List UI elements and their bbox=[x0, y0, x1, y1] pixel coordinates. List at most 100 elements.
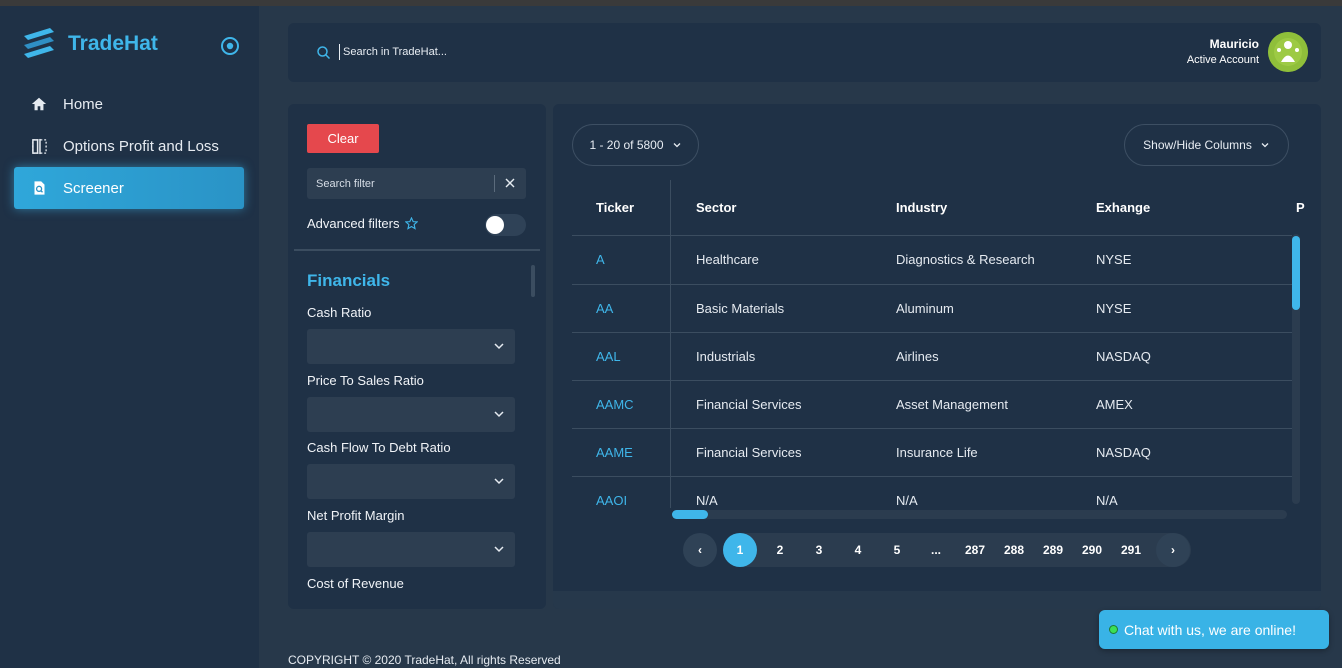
ticker-link[interactable]: AAME bbox=[596, 445, 633, 460]
search-icon[interactable] bbox=[316, 45, 331, 60]
exchange-cell: N/A bbox=[1096, 493, 1118, 508]
chevron-down-icon bbox=[494, 546, 504, 553]
page-button-288[interactable]: 288 bbox=[997, 533, 1031, 567]
ticker-link[interactable]: AA bbox=[596, 301, 613, 316]
column-header-exchange[interactable]: Exhange bbox=[1096, 200, 1150, 215]
logo[interactable]: TradeHat bbox=[22, 26, 158, 62]
page-button-3[interactable]: 3 bbox=[802, 533, 836, 567]
sidebar-item-screener[interactable]: Screener bbox=[14, 167, 244, 209]
page-button-1[interactable]: 1 bbox=[723, 533, 757, 567]
advanced-filters-text: Advanced filters bbox=[307, 216, 400, 231]
avatar[interactable] bbox=[1268, 32, 1308, 72]
exchange-cell: NYSE bbox=[1096, 252, 1132, 267]
sector-cell: N/A bbox=[696, 493, 718, 508]
exchange-cell: NYSE bbox=[1096, 301, 1132, 316]
next-page-button[interactable]: › bbox=[1156, 533, 1190, 567]
panel-divider bbox=[294, 249, 540, 251]
panel-bottom-band bbox=[553, 591, 1321, 609]
footer-copyright: COPYRIGHT © 2020 TradeHat, All rights Re… bbox=[288, 653, 561, 667]
page-ellipsis[interactable]: ... bbox=[919, 533, 953, 567]
industry-cell: Diagnostics & Research bbox=[896, 252, 1035, 267]
text-cursor bbox=[339, 44, 340, 60]
page-button-287[interactable]: 287 bbox=[958, 533, 992, 567]
ticker-link[interactable]: AAMC bbox=[596, 397, 634, 412]
target-settings-icon[interactable] bbox=[220, 36, 240, 56]
user-avatar-icon bbox=[1268, 32, 1308, 72]
online-status-icon bbox=[1109, 625, 1118, 634]
global-search-input[interactable] bbox=[343, 41, 743, 63]
ticker-link[interactable]: A bbox=[596, 252, 605, 267]
chevron-down-icon bbox=[494, 343, 504, 350]
columns-button-label: Show/Hide Columns bbox=[1143, 138, 1252, 152]
cash-ratio-select[interactable] bbox=[307, 329, 515, 364]
industry-cell: Airlines bbox=[896, 349, 939, 364]
advanced-filters-toggle[interactable] bbox=[485, 214, 526, 236]
chevron-down-icon bbox=[1261, 143, 1269, 148]
filter-scrollbar[interactable] bbox=[531, 265, 535, 297]
page-button-2[interactable]: 2 bbox=[763, 533, 797, 567]
screener-table-panel: 1 - 20 of 5800 Show/Hide Columns Ticker … bbox=[553, 104, 1321, 609]
industry-cell: N/A bbox=[896, 493, 918, 508]
page-button-4[interactable]: 4 bbox=[841, 533, 875, 567]
row-divider bbox=[572, 380, 1292, 381]
industry-cell: Insurance Life bbox=[896, 445, 978, 460]
pagination: ‹ 1 2 3 4 5 ... 287 288 289 290 291 › bbox=[683, 533, 1191, 567]
sidebar-item-label: Home bbox=[63, 95, 104, 113]
page-button-290[interactable]: 290 bbox=[1075, 533, 1109, 567]
sector-cell: Financial Services bbox=[696, 445, 802, 460]
home-icon bbox=[30, 95, 48, 113]
divider bbox=[494, 175, 495, 192]
price-to-sales-select[interactable] bbox=[307, 397, 515, 432]
column-header-industry[interactable]: Industry bbox=[896, 200, 947, 215]
account-status: Active Account bbox=[1186, 54, 1259, 66]
industry-cell: Aluminum bbox=[896, 301, 954, 316]
column-header-sector[interactable]: Sector bbox=[696, 200, 736, 215]
screener-icon bbox=[30, 179, 48, 197]
column-header-ticker[interactable]: Ticker bbox=[596, 200, 634, 215]
range-label: 1 - 20 of 5800 bbox=[589, 138, 664, 152]
sidebar-item-label: Screener bbox=[63, 179, 124, 197]
sector-cell: Healthcare bbox=[696, 252, 759, 267]
filter-label: Net Profit Margin bbox=[307, 508, 405, 523]
tradehat-logo-icon bbox=[24, 28, 54, 58]
clear-filters-button[interactable]: Clear bbox=[307, 124, 379, 153]
row-divider bbox=[572, 428, 1292, 429]
exchange-cell: NASDAQ bbox=[1096, 349, 1151, 364]
filter-search-box bbox=[307, 168, 526, 199]
page-size-select[interactable]: 1 - 20 of 5800 bbox=[572, 124, 699, 166]
filter-label: Cost of Revenue bbox=[307, 576, 404, 591]
sidebar: TradeHat Home Options Profit and Loss Sc… bbox=[0, 6, 259, 668]
horizontal-scrollbar-thumb[interactable] bbox=[672, 510, 708, 519]
page-button-5[interactable]: 5 bbox=[880, 533, 914, 567]
sector-cell: Industrials bbox=[696, 349, 756, 364]
chat-label: Chat with us, we are online! bbox=[1124, 621, 1296, 638]
advanced-filters-label: Advanced filters bbox=[307, 216, 418, 231]
cash-flow-to-debt-select[interactable] bbox=[307, 464, 515, 499]
filter-search-input[interactable] bbox=[316, 174, 486, 193]
chevron-down-icon bbox=[673, 143, 680, 148]
sidebar-item-label: Options Profit and Loss bbox=[63, 137, 219, 155]
chat-widget-button[interactable]: Chat with us, we are online! bbox=[1099, 610, 1329, 649]
page-button-291[interactable]: 291 bbox=[1114, 533, 1148, 567]
row-divider bbox=[572, 235, 1292, 236]
sidebar-item-options-profit-loss[interactable]: Options Profit and Loss bbox=[14, 125, 244, 167]
section-title-financials: Financials bbox=[307, 271, 391, 290]
horizontal-scrollbar-track[interactable] bbox=[672, 510, 1287, 519]
column-header-truncated[interactable]: P bbox=[1296, 200, 1305, 215]
clear-search-icon[interactable] bbox=[502, 175, 518, 191]
sector-cell: Financial Services bbox=[696, 397, 802, 412]
sidebar-item-home[interactable]: Home bbox=[14, 83, 244, 125]
net-profit-margin-select[interactable] bbox=[307, 532, 515, 567]
page-button-289[interactable]: 289 bbox=[1036, 533, 1070, 567]
previous-page-button[interactable]: ‹ bbox=[683, 533, 717, 567]
show-hide-columns-button[interactable]: Show/Hide Columns bbox=[1124, 124, 1289, 166]
star-icon[interactable] bbox=[404, 217, 418, 230]
industry-cell: Asset Management bbox=[896, 397, 1009, 412]
filter-label: Price To Sales Ratio bbox=[307, 373, 424, 388]
exchange-cell: NASDAQ bbox=[1096, 445, 1151, 460]
top-header: Mauricio Active Account bbox=[288, 23, 1321, 82]
vertical-scrollbar-thumb[interactable] bbox=[1292, 236, 1300, 310]
ticker-link[interactable]: AAOI bbox=[596, 493, 627, 508]
filter-panel: Clear Advanced filters Financials Cash R… bbox=[288, 104, 546, 609]
ticker-link[interactable]: AAL bbox=[596, 349, 621, 364]
